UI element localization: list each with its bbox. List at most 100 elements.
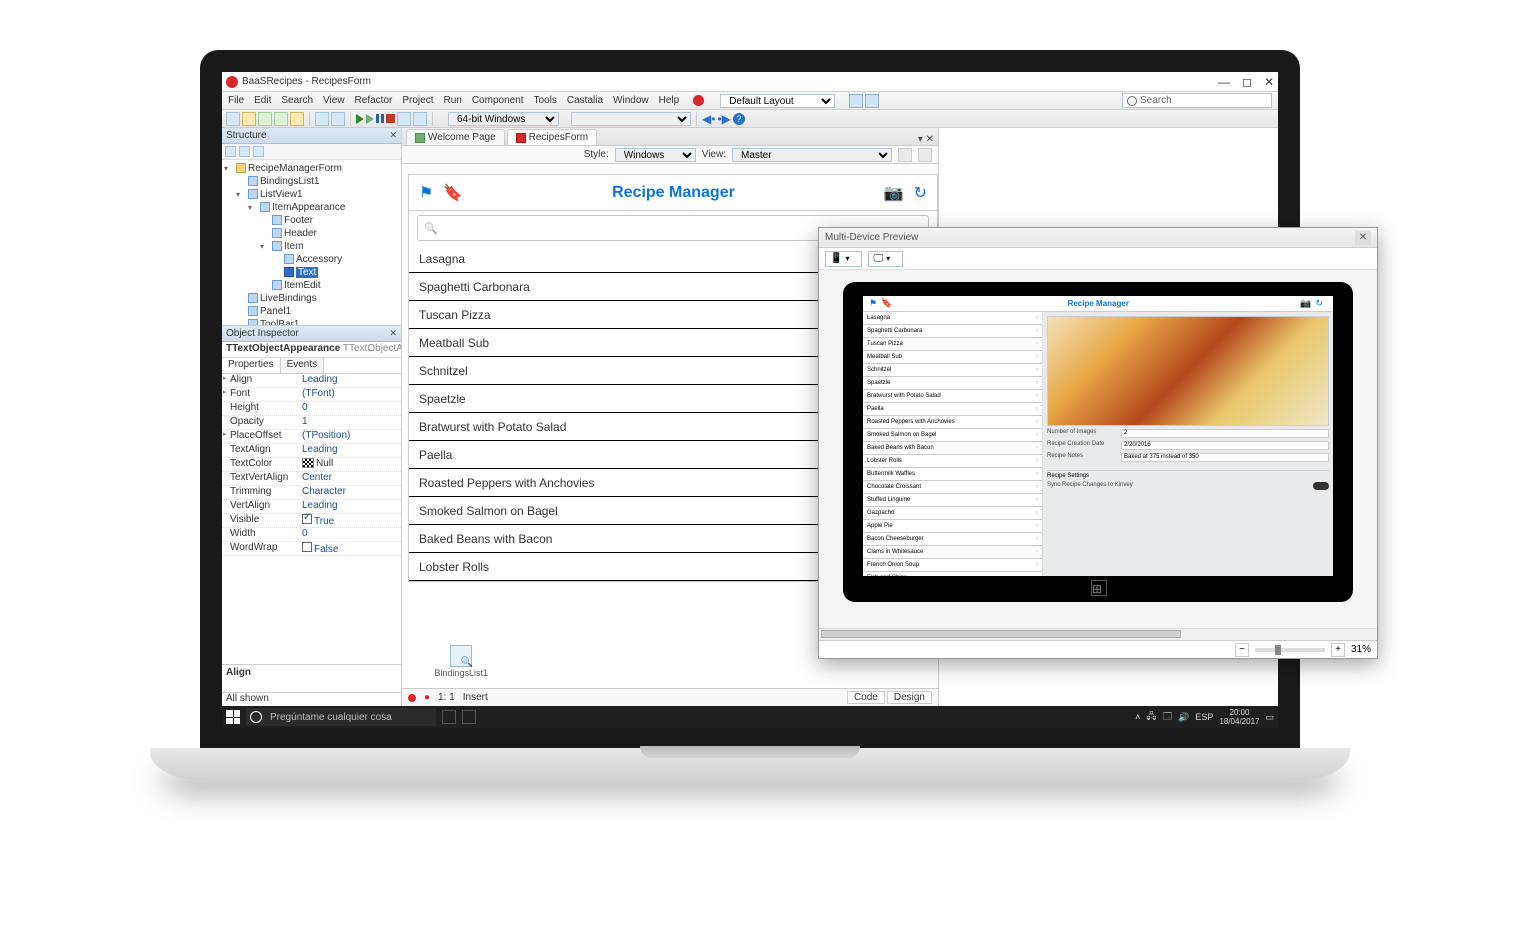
tray-notifications-icon[interactable]: ▭ xyxy=(1265,712,1274,723)
cortana-search[interactable]: Pregúntame cualquier cosa xyxy=(246,708,436,726)
nav-fwd-button[interactable]: •▶ xyxy=(717,112,730,126)
menu-component[interactable]: Component xyxy=(472,95,524,106)
macro-dot-icon[interactable]: ● xyxy=(424,692,430,703)
close-button[interactable]: ✕ xyxy=(1264,75,1274,89)
prop-placeoffset[interactable]: PlaceOffset(TPosition) xyxy=(222,430,401,444)
zoom-in-button[interactable]: + xyxy=(1331,643,1345,657)
prop-width[interactable]: Width0 xyxy=(222,528,401,542)
prop-height[interactable]: Height0 xyxy=(222,402,401,416)
menu-view[interactable]: View xyxy=(323,95,345,106)
save-button[interactable] xyxy=(258,112,272,126)
tray-volume-icon[interactable]: 🔊 xyxy=(1178,712,1189,723)
device-combo[interactable] xyxy=(571,112,691,126)
open-button[interactable] xyxy=(242,112,256,126)
menu-castalia[interactable]: Castalia xyxy=(567,95,603,106)
prop-textvertalign[interactable]: TextVertAlignCenter xyxy=(222,472,401,486)
new-button[interactable] xyxy=(226,112,240,126)
doc-tab-close-icon[interactable]: ✕ xyxy=(926,134,934,145)
zoom-slider[interactable] xyxy=(1255,648,1325,652)
open-project-button[interactable] xyxy=(290,112,304,126)
ts-list-item: Apple Pie xyxy=(863,520,1042,533)
structure-btn-1[interactable] xyxy=(225,146,236,157)
pause-button[interactable] xyxy=(376,114,384,123)
undo-button[interactable] xyxy=(315,112,329,126)
help-button[interactable]: ? xyxy=(733,113,745,125)
maximize-button[interactable]: ◻ xyxy=(1242,75,1252,89)
mdp-orientation-dropdown[interactable]: 🖵 xyxy=(868,251,903,267)
menu-refactor[interactable]: Refactor xyxy=(355,95,393,106)
zoom-out-button[interactable]: − xyxy=(1235,643,1249,657)
refresh-icon[interactable]: ↻ xyxy=(914,183,927,203)
prop-trimming[interactable]: TrimmingCharacter xyxy=(222,486,401,500)
view-icon-1[interactable] xyxy=(898,148,912,162)
taskbar-app-icon[interactable] xyxy=(462,710,476,724)
menu-help[interactable]: Help xyxy=(659,95,680,106)
menu-edit[interactable]: Edit xyxy=(254,95,271,106)
menu-file[interactable]: File xyxy=(228,95,244,106)
bindings-list-badge[interactable]: BindingsList1 xyxy=(434,645,488,678)
tray-up-icon[interactable]: ˄ xyxy=(1135,712,1140,722)
mdp-titlebar[interactable]: Multi-Device Preview ✕ xyxy=(819,228,1377,248)
step-over-button[interactable] xyxy=(397,112,411,126)
menu-search[interactable]: Search xyxy=(281,95,313,106)
layout-combo[interactable]: Default Layout xyxy=(720,94,835,108)
record-icon[interactable] xyxy=(408,694,416,702)
view-combo[interactable]: Master xyxy=(732,148,892,162)
view-icon-2[interactable] xyxy=(918,148,932,162)
start-button[interactable] xyxy=(226,710,240,724)
structure-close-icon[interactable]: ✕ xyxy=(389,130,397,141)
run-button[interactable] xyxy=(356,114,364,124)
tray-network-icon[interactable]: 🖧 xyxy=(1146,709,1156,725)
prop-textcolor[interactable]: TextColorNull xyxy=(222,458,401,472)
tray-clock[interactable]: 20:0018/04/2017 xyxy=(1219,708,1259,726)
mdp-close-button[interactable]: ✕ xyxy=(1355,231,1371,245)
ts-list-item: Buttermilk Waffles xyxy=(863,468,1042,481)
prop-align[interactable]: AlignLeading xyxy=(222,374,401,388)
stop-button[interactable] xyxy=(386,114,395,123)
camera-icon[interactable]: 📷 xyxy=(884,183,904,203)
prop-vertalign[interactable]: VertAlignLeading xyxy=(222,500,401,514)
save-all-button[interactable] xyxy=(274,112,288,126)
structure-tree[interactable]: RecipeManagerForm BindingsList1 ListView… xyxy=(222,160,401,325)
prop-wordwrap[interactable]: WordWrapFalse xyxy=(222,542,401,556)
menu-tools[interactable]: Tools xyxy=(534,95,557,106)
prop-font[interactable]: Font(TFont) xyxy=(222,388,401,402)
tab-code[interactable]: Code xyxy=(847,691,885,704)
tab-welcome[interactable]: Welcome Page xyxy=(406,129,505,145)
menu-run[interactable]: Run xyxy=(443,95,461,106)
ts-detail: Number of Images2Recipe Creation Date2/2… xyxy=(1043,312,1333,576)
prop-visible[interactable]: VisibleTrue xyxy=(222,514,401,528)
inspector-tab-properties[interactable]: Properties xyxy=(222,358,281,373)
inspector-close-icon[interactable]: ✕ xyxy=(389,328,397,339)
layout-save-icon[interactable] xyxy=(849,94,863,108)
structure-btn-2[interactable] xyxy=(239,146,250,157)
step-into-button[interactable] xyxy=(413,112,427,126)
tab-recipesform[interactable]: RecipesForm xyxy=(507,129,597,145)
help-icon[interactable] xyxy=(693,95,704,106)
search-input[interactable]: Search xyxy=(1122,93,1272,108)
tray-battery-icon[interactable]: 🗔 xyxy=(1162,709,1172,725)
run-no-debug-button[interactable] xyxy=(366,114,374,124)
menu-window[interactable]: Window xyxy=(613,95,649,106)
tray-lang[interactable]: ESP xyxy=(1195,712,1213,722)
layout-delete-icon[interactable] xyxy=(865,94,879,108)
property-grid[interactable]: AlignLeadingFont(TFont)Height0Opacity1Pl… xyxy=(222,374,401,664)
doc-tab-dropdown-icon[interactable]: ▾ xyxy=(918,134,923,145)
minimize-button[interactable]: — xyxy=(1218,75,1230,89)
menu-project[interactable]: Project xyxy=(402,95,433,106)
style-combo[interactable]: Windows xyxy=(615,148,696,162)
nav-back-button[interactable]: ◀• xyxy=(702,112,715,126)
mdp-device-dropdown[interactable]: 📱 xyxy=(825,251,862,267)
bookmark-icon[interactable]: 🔖 xyxy=(443,183,463,203)
structure-btn-3[interactable] xyxy=(253,146,264,157)
prop-opacity[interactable]: Opacity1 xyxy=(222,416,401,430)
mdp-hscrollbar[interactable] xyxy=(819,628,1377,640)
task-view-icon[interactable] xyxy=(442,710,456,724)
ts-title: Recipe Manager xyxy=(896,299,1300,308)
inspector-tab-events[interactable]: Events xyxy=(281,358,325,373)
platform-combo[interactable]: 64-bit Windows xyxy=(448,112,559,126)
redo-button[interactable] xyxy=(331,112,345,126)
tab-design[interactable]: Design xyxy=(887,691,932,704)
flag-icon[interactable]: ⚑ xyxy=(419,183,433,203)
prop-textalign[interactable]: TextAlignLeading xyxy=(222,444,401,458)
